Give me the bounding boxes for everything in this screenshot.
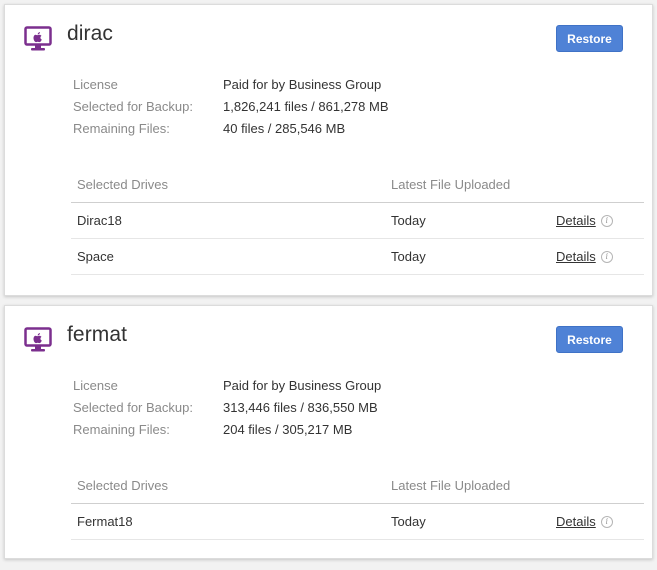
selected-backup-row: Selected for Backup: 1,826,241 files / 8… bbox=[73, 96, 389, 118]
remaining-files-label: Remaining Files: bbox=[73, 121, 170, 136]
remaining-files-value: 40 files / 285,546 MB bbox=[223, 121, 346, 136]
restore-button[interactable]: Restore bbox=[556, 25, 623, 52]
drives-table: Selected Drives Latest File Uploaded Dir… bbox=[71, 167, 644, 275]
license-row: License Paid for by Business Group bbox=[73, 375, 381, 397]
table-row: Dirac18 Today Details i bbox=[71, 203, 644, 239]
drive-latest-upload: Today bbox=[391, 249, 426, 264]
remaining-files-label: Remaining Files: bbox=[73, 422, 170, 437]
table-row: Space Today Details i bbox=[71, 239, 644, 275]
selected-backup-row: Selected for Backup: 313,446 files / 836… bbox=[73, 397, 381, 419]
restore-button[interactable]: Restore bbox=[556, 326, 623, 353]
selected-drives-header: Selected Drives bbox=[77, 177, 169, 192]
table-row: Fermat18 Today Details i bbox=[71, 504, 644, 540]
mac-computer-icon bbox=[24, 327, 52, 352]
remaining-files-value: 204 files / 305,217 MB bbox=[223, 422, 353, 437]
details-link[interactable]: Details bbox=[556, 213, 596, 228]
drives-table: Selected Drives Latest File Uploaded Fer… bbox=[71, 468, 644, 540]
mac-computer-icon bbox=[24, 26, 52, 51]
drives-table-header: Selected Drives Latest File Uploaded bbox=[71, 468, 644, 504]
backup-info: License Paid for by Business Group Selec… bbox=[73, 375, 381, 441]
license-value: Paid for by Business Group bbox=[223, 378, 382, 393]
drive-latest-upload: Today bbox=[391, 514, 426, 529]
remaining-files-row: Remaining Files: 40 files / 285,546 MB bbox=[73, 118, 389, 140]
selected-backup-label: Selected for Backup: bbox=[73, 400, 193, 415]
drive-name: Fermat18 bbox=[77, 514, 133, 529]
backup-info: License Paid for by Business Group Selec… bbox=[73, 74, 389, 140]
computer-card-dirac: dirac Restore License Paid for by Busine… bbox=[4, 4, 653, 296]
computer-card-fermat: fermat Restore License Paid for by Busin… bbox=[4, 305, 653, 559]
details-link[interactable]: Details bbox=[556, 249, 596, 264]
computer-name: fermat bbox=[67, 323, 128, 346]
license-label: License bbox=[73, 378, 118, 393]
latest-file-header: Latest File Uploaded bbox=[391, 177, 511, 192]
selected-backup-value: 1,826,241 files / 861,278 MB bbox=[223, 99, 389, 114]
details-link[interactable]: Details bbox=[556, 514, 596, 529]
latest-file-header: Latest File Uploaded bbox=[391, 478, 511, 493]
selected-drives-header: Selected Drives bbox=[77, 478, 169, 493]
license-row: License Paid for by Business Group bbox=[73, 74, 389, 96]
info-icon[interactable]: i bbox=[600, 515, 613, 528]
remaining-files-row: Remaining Files: 204 files / 305,217 MB bbox=[73, 419, 381, 441]
selected-backup-value: 313,446 files / 836,550 MB bbox=[223, 400, 378, 415]
selected-backup-label: Selected for Backup: bbox=[73, 99, 193, 114]
info-icon[interactable]: i bbox=[600, 250, 613, 263]
drive-latest-upload: Today bbox=[391, 213, 426, 228]
computer-name: dirac bbox=[67, 22, 114, 45]
drive-name: Dirac18 bbox=[77, 213, 122, 228]
info-icon[interactable]: i bbox=[600, 214, 613, 227]
license-label: License bbox=[73, 77, 118, 92]
drives-table-header: Selected Drives Latest File Uploaded bbox=[71, 167, 644, 203]
drive-name: Space bbox=[77, 249, 114, 264]
license-value: Paid for by Business Group bbox=[223, 77, 382, 92]
